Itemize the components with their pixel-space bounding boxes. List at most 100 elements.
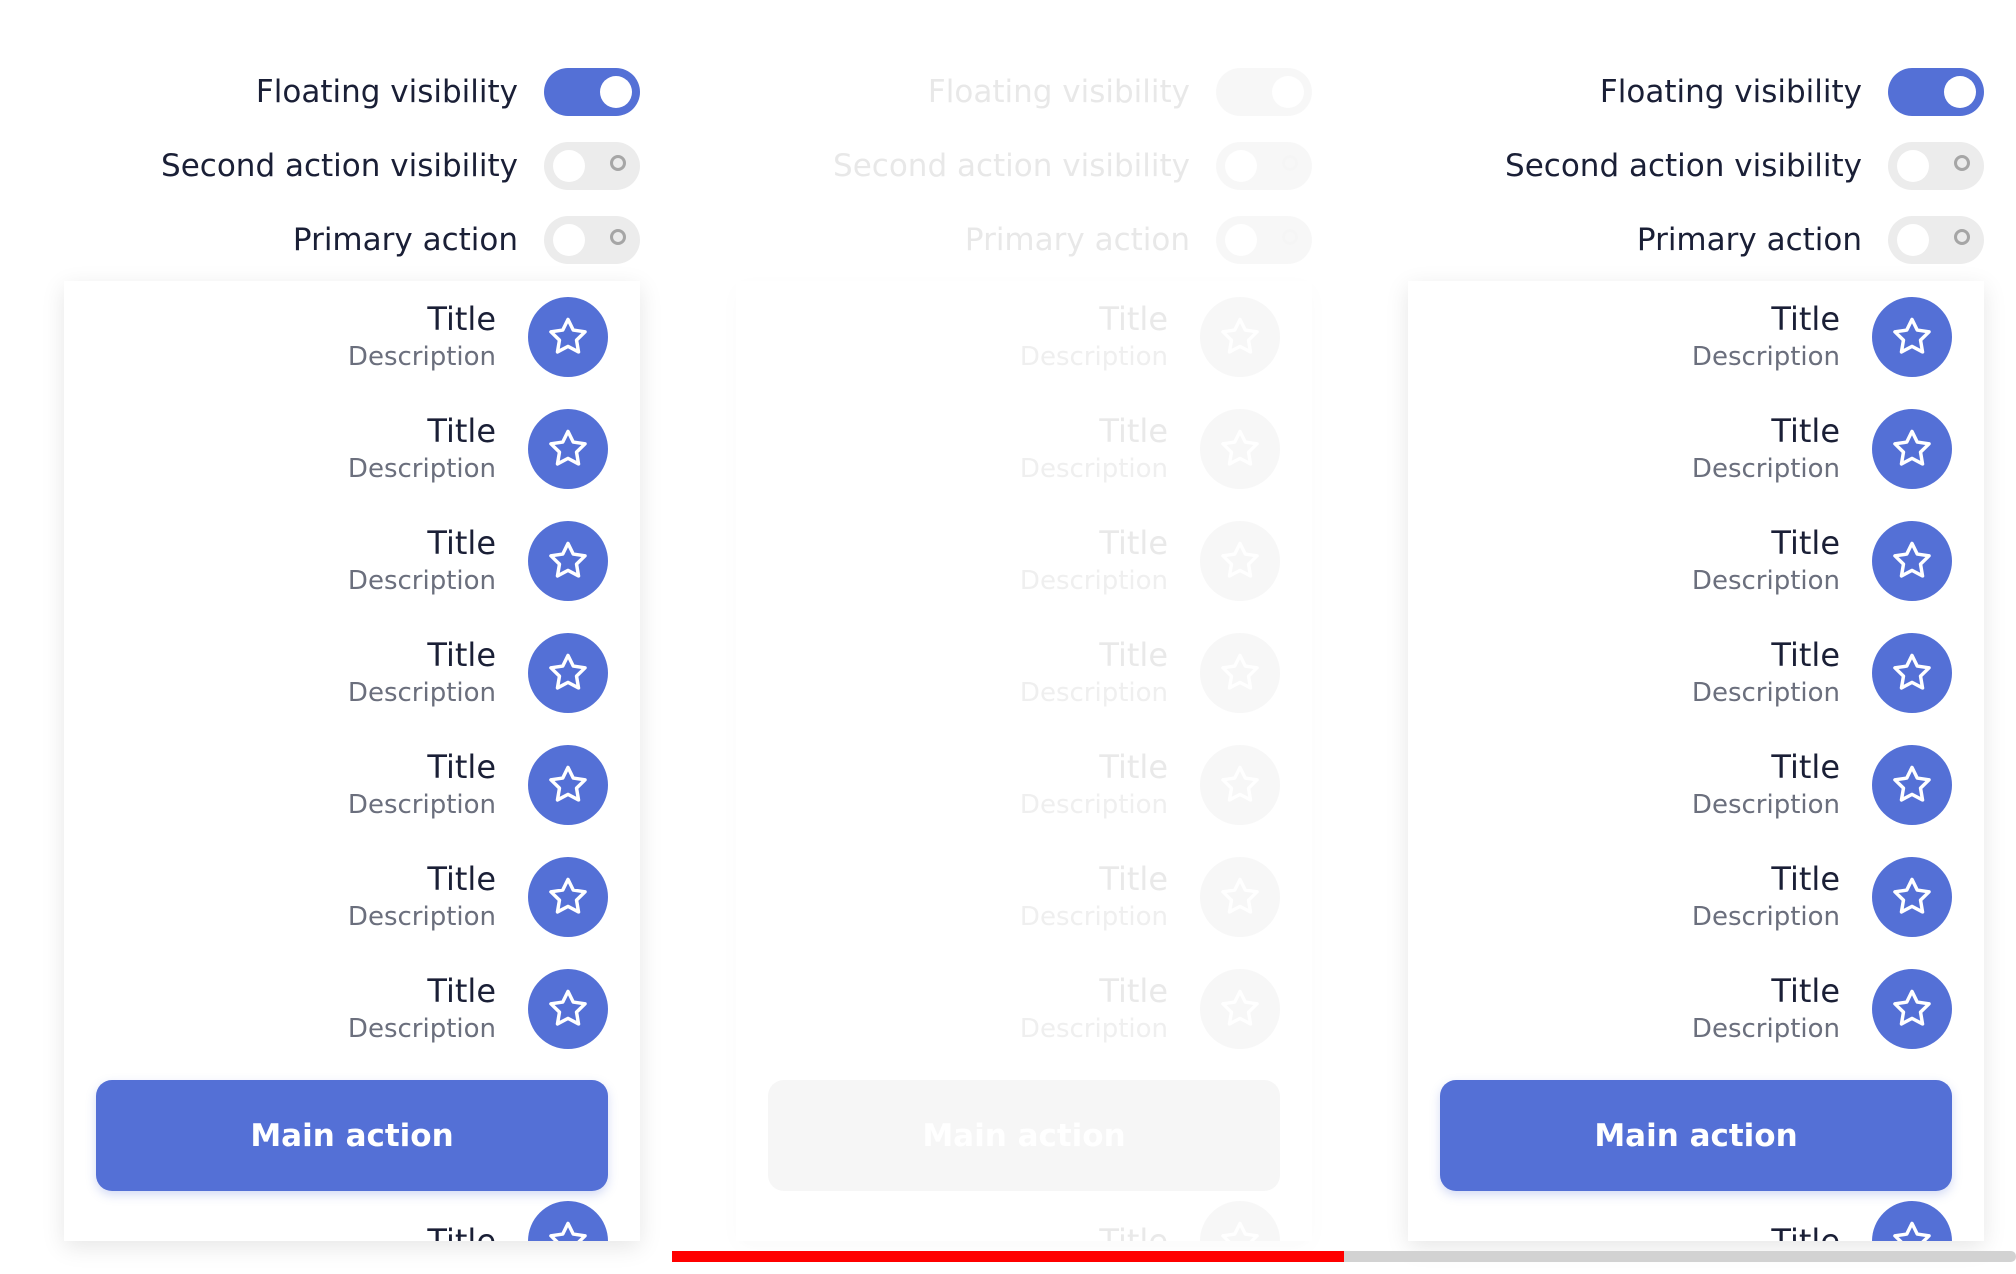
switch-off-indicator-icon bbox=[610, 229, 626, 245]
list-item-description: Description bbox=[347, 566, 496, 596]
demo-column-2: Floating visibility Second action visibil… bbox=[672, 0, 1344, 1274]
list-item-text: Title Description bbox=[348, 523, 496, 599]
list-item-text: Title bbox=[1099, 1221, 1168, 1241]
favorite-button[interactable] bbox=[1872, 969, 1952, 1049]
favorite-button[interactable] bbox=[1200, 857, 1280, 937]
switch-knob bbox=[1897, 150, 1929, 182]
list-item: Title Description bbox=[1692, 633, 1952, 713]
list-item-title: Title bbox=[1771, 300, 1840, 338]
favorite-button[interactable] bbox=[1200, 745, 1280, 825]
list-item: Title Description bbox=[348, 521, 608, 601]
toggle-switch[interactable] bbox=[1216, 142, 1312, 190]
toggle-label: Floating visibility bbox=[1599, 74, 1862, 110]
favorite-button[interactable] bbox=[1872, 297, 1952, 377]
toggle-row: Floating visibility bbox=[40, 55, 640, 129]
list-item-text: Title Description bbox=[348, 635, 496, 711]
star-icon bbox=[545, 874, 591, 920]
favorite-button[interactable] bbox=[1200, 1201, 1280, 1241]
favorite-button[interactable] bbox=[1872, 857, 1952, 937]
star-icon bbox=[1889, 762, 1935, 808]
favorite-button[interactable] bbox=[1200, 297, 1280, 377]
list-item-title: Title bbox=[427, 748, 496, 786]
star-icon bbox=[1889, 426, 1935, 472]
list-item-description: Description bbox=[1019, 342, 1168, 372]
toggle-label: Floating visibility bbox=[255, 74, 518, 110]
list-item: Title Description bbox=[348, 745, 608, 825]
list-item: Title Description bbox=[1020, 745, 1280, 825]
favorite-button[interactable] bbox=[528, 969, 608, 1049]
list-item: Title Description bbox=[1692, 409, 1952, 489]
switch-knob bbox=[1897, 224, 1929, 256]
toggle-label: Second action visibility bbox=[1505, 148, 1862, 184]
list-item-title: Title bbox=[1771, 1222, 1840, 1241]
floating-list-panel: Title Description Title Description Title Des… bbox=[64, 281, 640, 1241]
star-icon bbox=[1217, 874, 1263, 920]
floating-list-panel: Title Description Title Description Title Des… bbox=[1408, 281, 1984, 1241]
switch-off-indicator-icon bbox=[1954, 155, 1970, 171]
list-item: Title Description bbox=[348, 297, 608, 377]
list-item-description: Description bbox=[1019, 1014, 1168, 1044]
star-icon bbox=[545, 986, 591, 1032]
toggle-list: Floating visibility Second action visibil… bbox=[40, 55, 640, 277]
list-item-text: Title Description bbox=[1020, 523, 1168, 599]
list-item: Title Description bbox=[348, 409, 608, 489]
switch-off-indicator-icon bbox=[1954, 229, 1970, 245]
list-item-text: Title Description bbox=[1692, 523, 1840, 599]
toggle-row: Second action visibility bbox=[712, 129, 1312, 203]
star-icon bbox=[1217, 538, 1263, 584]
favorite-button[interactable] bbox=[528, 521, 608, 601]
favorite-button[interactable] bbox=[1872, 1201, 1952, 1241]
toggle-switch[interactable] bbox=[1216, 216, 1312, 264]
toggle-row: Floating visibility bbox=[712, 55, 1312, 129]
favorite-button[interactable] bbox=[1200, 409, 1280, 489]
demo-column-1: Floating visibility Second action visibil… bbox=[0, 0, 672, 1274]
star-icon bbox=[545, 650, 591, 696]
list-item: Title Description bbox=[1692, 521, 1952, 601]
favorite-button[interactable] bbox=[528, 857, 608, 937]
favorite-button[interactable] bbox=[1872, 521, 1952, 601]
list-item: Title bbox=[1771, 1201, 1952, 1241]
star-icon bbox=[1889, 650, 1935, 696]
favorite-button[interactable] bbox=[1872, 409, 1952, 489]
toggle-switch[interactable] bbox=[1888, 142, 1984, 190]
favorite-button[interactable] bbox=[1872, 745, 1952, 825]
toggle-switch[interactable] bbox=[1888, 68, 1984, 116]
star-icon bbox=[545, 1218, 591, 1241]
main-action-button[interactable]: Main action bbox=[1440, 1080, 1952, 1191]
star-icon bbox=[1217, 314, 1263, 360]
list-item-description: Description bbox=[1691, 1014, 1840, 1044]
favorite-button[interactable] bbox=[528, 409, 608, 489]
list-item: Title Description bbox=[1692, 857, 1952, 937]
favorite-button[interactable] bbox=[528, 745, 608, 825]
list-item-text: Title Description bbox=[1020, 859, 1168, 935]
favorite-button[interactable] bbox=[1200, 969, 1280, 1049]
list-item-description: Description bbox=[347, 902, 496, 932]
main-action-button[interactable]: Main action bbox=[768, 1080, 1280, 1191]
toggle-switch[interactable] bbox=[544, 68, 640, 116]
favorite-button[interactable] bbox=[1872, 633, 1952, 713]
list-item-description: Description bbox=[347, 790, 496, 820]
favorite-button[interactable] bbox=[1200, 521, 1280, 601]
favorite-button[interactable] bbox=[528, 297, 608, 377]
favorite-button[interactable] bbox=[1200, 633, 1280, 713]
favorite-button[interactable] bbox=[528, 1201, 608, 1241]
star-icon bbox=[1889, 986, 1935, 1032]
horizontal-scrollbar-thumb[interactable] bbox=[672, 1251, 1344, 1262]
switch-knob bbox=[1225, 150, 1257, 182]
list-item: Title bbox=[1099, 1201, 1280, 1241]
list-item-title: Title bbox=[1099, 860, 1168, 898]
toggle-switch[interactable] bbox=[544, 142, 640, 190]
main-action-button[interactable]: Main action bbox=[96, 1080, 608, 1191]
list-item-text: Title Description bbox=[1692, 747, 1840, 823]
toggle-switch[interactable] bbox=[1888, 216, 1984, 264]
switch-off-indicator-icon bbox=[610, 155, 626, 171]
toggle-switch[interactable] bbox=[1216, 68, 1312, 116]
star-icon bbox=[1217, 1218, 1263, 1241]
toggle-switch[interactable] bbox=[544, 216, 640, 264]
list-item-description: Description bbox=[347, 678, 496, 708]
list-item-description: Description bbox=[1691, 678, 1840, 708]
list-item-text: Title Description bbox=[348, 971, 496, 1047]
favorite-button[interactable] bbox=[528, 633, 608, 713]
list-item-description: Description bbox=[1691, 566, 1840, 596]
list-item: Title Description bbox=[1020, 857, 1280, 937]
